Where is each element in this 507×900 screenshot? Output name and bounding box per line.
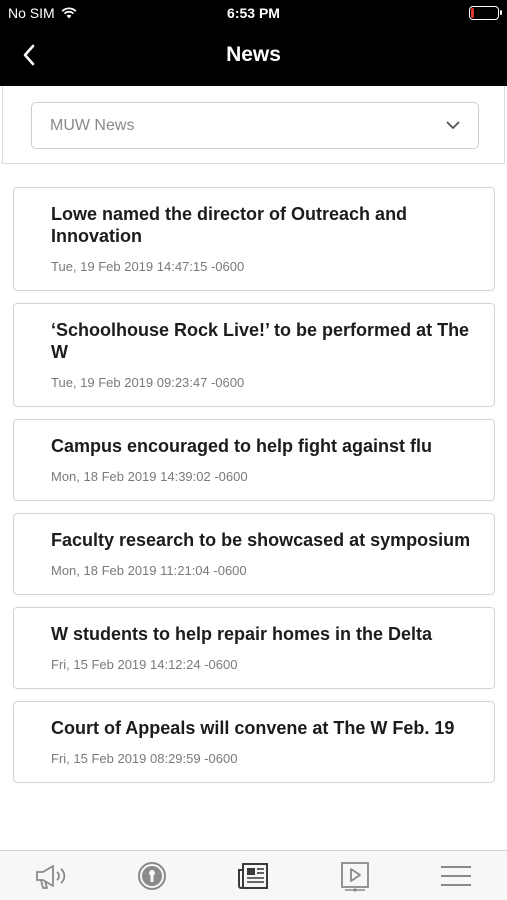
clock: 6:53 PM xyxy=(227,5,280,21)
keyhole-icon xyxy=(138,861,167,890)
news-date: Tue, 19 Feb 2019 14:47:15 -0600 xyxy=(51,259,245,274)
news-date: Fri, 15 Feb 2019 14:12:24 -0600 xyxy=(51,657,238,672)
tab-access[interactable] xyxy=(122,854,182,898)
battery-icon xyxy=(469,6,502,20)
news-list: Lowe named the director of Outreach and … xyxy=(13,187,495,795)
news-headline: W students to help repair homes in the D… xyxy=(51,624,433,644)
nav-bar: News xyxy=(0,26,507,86)
news-date: Mon, 18 Feb 2019 11:21:04 -0600 xyxy=(51,563,247,578)
news-headline: Lowe named the director of Outreach and … xyxy=(51,204,408,246)
tab-announcements[interactable] xyxy=(21,854,81,898)
news-item[interactable]: Campus encouraged to help fight against … xyxy=(13,419,495,501)
megaphone-icon xyxy=(35,864,65,889)
filter-area: MUW News xyxy=(2,86,505,164)
tab-videos[interactable] xyxy=(325,854,385,898)
status-bar: No SIM 6:53 PM xyxy=(0,0,507,26)
menu-icon xyxy=(441,865,472,886)
news-item[interactable]: Lowe named the director of Outreach and … xyxy=(13,187,495,291)
news-item[interactable]: Court of Appeals will convene at The W F… xyxy=(13,701,495,783)
news-date: Mon, 18 Feb 2019 14:39:02 -0600 xyxy=(51,469,248,484)
dropdown-selected-value: MUW News xyxy=(50,116,135,134)
video-play-icon xyxy=(340,861,369,892)
battery-level xyxy=(471,8,474,18)
news-date: Tue, 19 Feb 2019 09:23:47 -0600 xyxy=(51,375,245,390)
tab-bar xyxy=(0,850,507,900)
news-item[interactable]: W students to help repair homes in the D… xyxy=(13,607,495,689)
news-item[interactable]: ‘Schoolhouse Rock Live!’ to be performed… xyxy=(13,303,495,407)
news-source-dropdown[interactable]: MUW News xyxy=(31,102,479,149)
news-headline: Court of Appeals will convene at The W F… xyxy=(51,718,455,738)
news-headline: ‘Schoolhouse Rock Live!’ to be performed… xyxy=(51,320,470,362)
page-title: News xyxy=(226,43,281,66)
news-date: Fri, 15 Feb 2019 08:29:59 -0600 xyxy=(51,751,238,766)
news-item[interactable]: Faculty research to be showcased at symp… xyxy=(13,513,495,595)
chevron-down-icon xyxy=(446,121,460,129)
tab-news[interactable] xyxy=(223,854,283,898)
newspaper-icon xyxy=(238,862,269,889)
news-headline: Campus encouraged to help fight against … xyxy=(51,436,433,456)
tab-menu[interactable] xyxy=(426,854,486,898)
news-headline: Faculty research to be showcased at symp… xyxy=(51,530,471,550)
